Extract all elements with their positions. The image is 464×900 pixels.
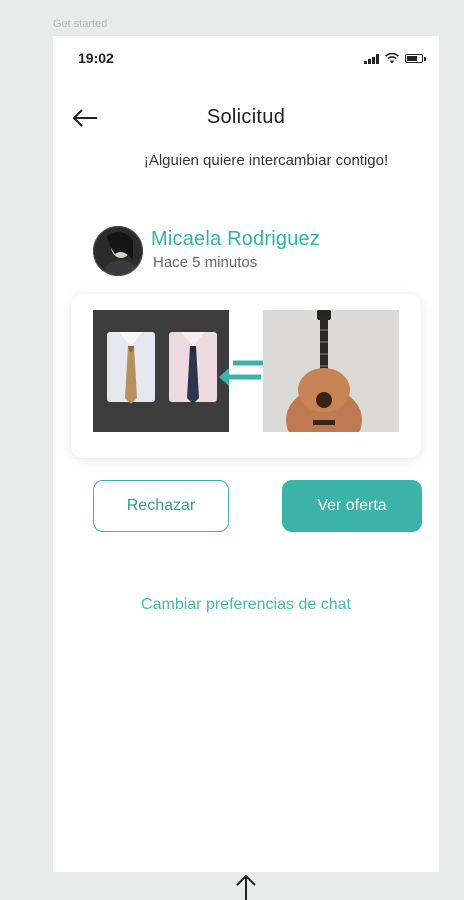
status-icons [364, 53, 426, 64]
page-title: Solicitud [206, 106, 286, 128]
user-avatar[interactable] [93, 226, 143, 276]
battery-icon [405, 54, 426, 63]
user-name[interactable]: Micaela Rodriguez [151, 228, 320, 251]
reject-button[interactable]: Rechazar [93, 480, 229, 532]
trade-card[interactable] [71, 294, 421, 458]
trade-request-message: ¡Alguien quiere intercambiar contigo! [143, 152, 389, 169]
ukulele-image [263, 310, 399, 432]
avatar-photo [93, 226, 143, 276]
shirts-and-ties-image [93, 310, 229, 432]
battery-level [407, 56, 418, 61]
signal-icon [364, 53, 379, 64]
status-bar: 19:02 [53, 36, 439, 80]
chat-preferences-link[interactable]: Cambiar preferencias de chat [53, 596, 439, 614]
request-time: Hace 5 minutos [153, 254, 258, 271]
arrow-up-icon[interactable] [232, 872, 260, 900]
wifi-icon [385, 53, 399, 64]
frame-label: Get started [53, 18, 108, 30]
requested-item-image[interactable] [263, 310, 399, 432]
phone-screen: 19:02 Solicitud ¡Alguien quiere intercam… [53, 36, 439, 872]
status-time: 19:02 [78, 50, 114, 66]
view-offer-button[interactable]: Ver oferta [282, 480, 422, 532]
offered-item-image[interactable] [93, 310, 229, 432]
